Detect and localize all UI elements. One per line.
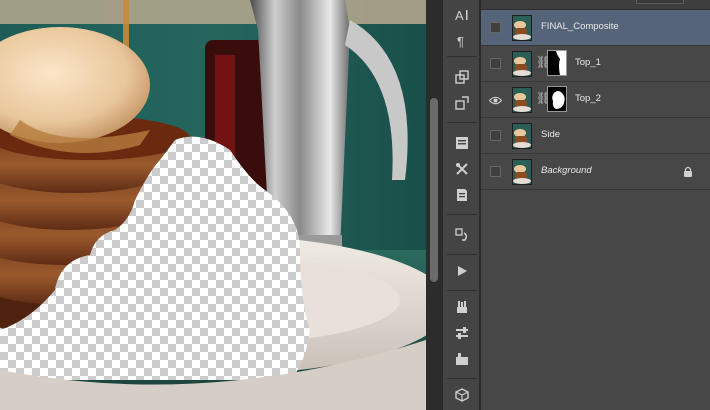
layer-mask-thumbnail[interactable] [547, 86, 567, 112]
tool-divider [447, 122, 477, 123]
visibility-toggle[interactable] [490, 166, 501, 177]
tool-divider [447, 254, 477, 255]
layer-row-final-composite[interactable]: FINAL_Composite [481, 10, 710, 46]
character-icon[interactable]: A [450, 4, 474, 26]
adjustments-icon[interactable] [450, 322, 474, 344]
eye-icon[interactable] [489, 96, 502, 105]
layer-name: Top_1 [575, 57, 601, 68]
layer-row-top-2[interactable]: ⛓ Top_2 [481, 82, 710, 118]
scrollbar-thumb[interactable] [430, 98, 438, 282]
panel-dock: A ¶ [442, 0, 480, 410]
layer-thumbnail [512, 159, 532, 185]
tool-presets-icon[interactable] [450, 158, 474, 180]
notes-icon[interactable] [450, 132, 474, 154]
layer-thumbnail [512, 87, 532, 113]
document-canvas[interactable] [0, 0, 426, 410]
tool-divider [447, 56, 477, 57]
layer-name: Side [541, 129, 561, 140]
layers-panel: FINAL_Composite ⛓ Top_1 ⛓ Top_2 Side Bac… [480, 0, 710, 410]
tool-divider [447, 378, 477, 379]
styles-icon[interactable] [450, 348, 474, 370]
layer-row-top-1[interactable]: ⛓ Top_1 [481, 46, 710, 82]
visibility-toggle[interactable] [490, 130, 501, 141]
layer-thumbnail [512, 123, 532, 149]
fill-field[interactable] [636, 0, 684, 4]
actions-play-icon[interactable] [450, 260, 474, 282]
canvas-photo [0, 0, 426, 410]
svg-text:¶: ¶ [457, 34, 464, 49]
3d-icon[interactable] [450, 384, 474, 406]
visibility-toggle[interactable] [490, 58, 501, 69]
layer-name: FINAL_Composite [541, 21, 619, 32]
layer-name: Background [541, 165, 592, 176]
lock-icon [684, 166, 692, 177]
svg-text:A: A [455, 8, 464, 23]
layer-thumbnail [512, 51, 532, 77]
layers-panel-header [481, 0, 710, 10]
history-icon[interactable] [450, 224, 474, 246]
layer-row-side[interactable]: Side [481, 118, 710, 154]
visibility-toggle[interactable] [490, 22, 501, 33]
tool-divider [447, 290, 477, 291]
layer-name: Top_2 [575, 93, 601, 104]
paragraph-icon[interactable]: ¶ [450, 30, 474, 52]
properties-icon[interactable] [450, 184, 474, 206]
panel-scrollbar[interactable] [426, 0, 442, 410]
brush-preset-icon[interactable] [450, 92, 474, 114]
layer-mask-thumbnail[interactable] [547, 50, 567, 76]
layer-row-background[interactable]: Background [481, 154, 710, 190]
clone-source-icon[interactable] [450, 66, 474, 88]
layer-thumbnail [512, 15, 532, 41]
brushes-icon[interactable] [450, 296, 474, 318]
tool-divider [447, 214, 477, 215]
